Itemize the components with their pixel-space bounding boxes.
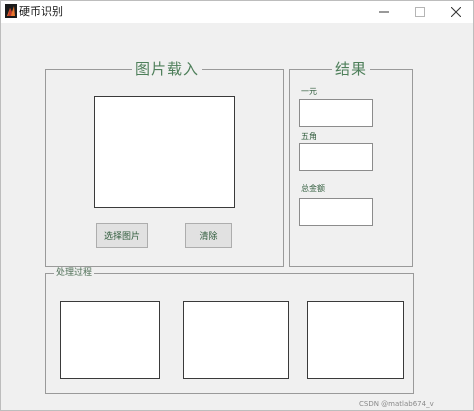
- process-axes-3: [307, 301, 404, 379]
- image-load-panel-title: 图片载入: [132, 59, 203, 79]
- matlab-icon: [5, 4, 17, 18]
- minimize-button[interactable]: [367, 1, 401, 23]
- image-preview-axes: [94, 96, 235, 208]
- close-button[interactable]: [439, 1, 473, 23]
- clear-button[interactable]: 清除: [185, 223, 232, 248]
- result-panel-title: 结果: [332, 59, 371, 79]
- total-amount-field[interactable]: [299, 198, 373, 226]
- maximize-button[interactable]: [403, 1, 437, 23]
- total-amount-label: 总金额: [301, 184, 325, 193]
- process-axes-2: [183, 301, 289, 379]
- five-jiao-field[interactable]: [299, 143, 373, 171]
- process-panel-title: 处理过程: [54, 268, 95, 279]
- app-window: 硬币识别 图片载入 选择图片 清除 结果 一元 五角 总金额 处理过程 CSDN…: [0, 0, 474, 411]
- minimize-icon: [379, 11, 389, 13]
- one-yuan-field[interactable]: [299, 99, 373, 127]
- five-jiao-label: 五角: [301, 132, 317, 141]
- close-icon: [451, 7, 461, 17]
- watermark: CSDN @matlab674_v: [359, 400, 434, 408]
- process-axes-1: [60, 301, 160, 379]
- title-bar[interactable]: 硬币识别: [1, 1, 473, 23]
- window-title: 硬币识别: [19, 5, 63, 18]
- maximize-icon: [415, 7, 425, 17]
- select-image-button[interactable]: 选择图片: [96, 223, 148, 248]
- one-yuan-label: 一元: [301, 87, 317, 96]
